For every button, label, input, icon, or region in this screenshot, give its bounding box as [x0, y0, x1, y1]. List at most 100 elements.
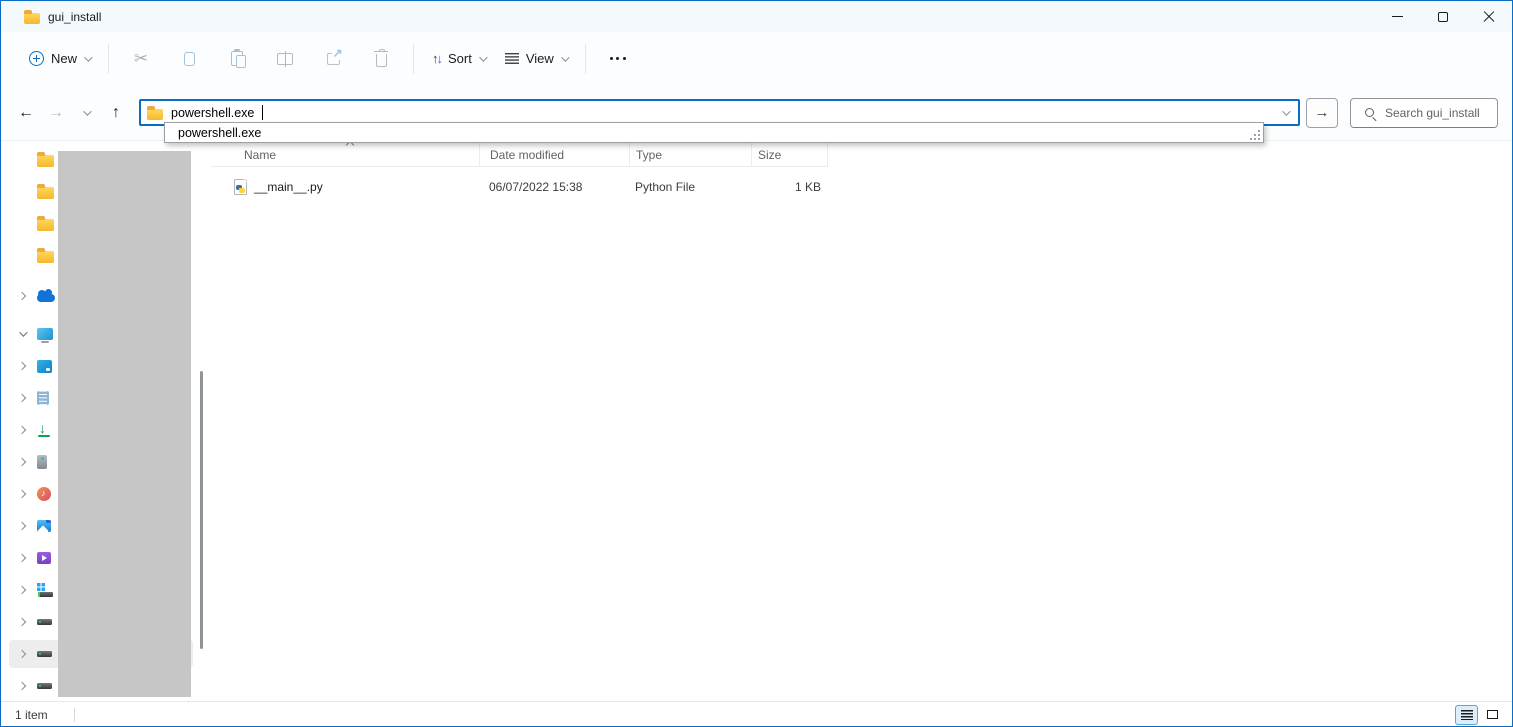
downloads-icon	[37, 423, 51, 437]
folder-icon	[37, 187, 54, 199]
status-divider	[74, 708, 75, 722]
go-button[interactable]	[1306, 98, 1338, 128]
toolbar-divider	[108, 44, 109, 74]
new-plus-icon	[29, 51, 44, 66]
close-button[interactable]	[1466, 1, 1512, 32]
paste-button[interactable]	[217, 41, 257, 77]
back-button[interactable]	[11, 98, 41, 128]
file-name-cell[interactable]: __main__.py	[211, 179, 479, 195]
content-area: Name Date modified Type Size __main__.py…	[1, 141, 1512, 701]
command-bar: New ✂ Sort View	[1, 32, 1512, 85]
share-icon	[327, 53, 340, 65]
column-header-type[interactable]: Type	[629, 143, 751, 167]
file-row[interactable]: __main__.py 06/07/2022 15:38 Python File…	[211, 172, 1512, 202]
chevron-down-icon	[479, 53, 487, 61]
onedrive-cloud-icon	[37, 294, 55, 302]
chevron-right-icon[interactable]	[18, 650, 26, 658]
large-icons-view-toggle[interactable]	[1481, 705, 1504, 725]
address-suggestion-dropdown: powershell.exe	[164, 122, 1264, 143]
view-lines-icon	[505, 53, 519, 64]
chevron-right-icon[interactable]	[18, 458, 26, 466]
file-size-cell: 1 KB	[751, 180, 828, 194]
videos-icon	[37, 552, 51, 564]
chevron-right-icon[interactable]	[18, 362, 26, 370]
text-caret	[262, 105, 263, 120]
windows-drive-icon	[37, 583, 53, 597]
paste-icon	[231, 51, 243, 66]
copy-button[interactable]	[169, 41, 209, 77]
maximize-button[interactable]	[1420, 1, 1466, 32]
go-arrow-icon	[1315, 104, 1330, 121]
title-bar: gui_install	[1, 1, 1512, 32]
toolbar-divider	[413, 44, 414, 74]
file-explorer-window: gui_install New ✂ Sort View	[0, 0, 1513, 727]
rename-icon	[277, 53, 293, 65]
file-list-pane: Name Date modified Type Size __main__.py…	[211, 141, 1512, 701]
sort-button[interactable]: Sort	[422, 41, 495, 77]
recent-locations-button[interactable]	[71, 98, 101, 128]
view-button[interactable]: View	[495, 41, 577, 77]
address-dropdown-chevron-icon[interactable]	[1282, 107, 1290, 115]
search-box[interactable]	[1350, 98, 1498, 128]
close-icon	[1483, 11, 1495, 23]
forward-arrow-icon	[48, 104, 64, 122]
see-more-button[interactable]	[598, 41, 638, 77]
python-file-icon	[234, 179, 247, 195]
music-icon	[37, 487, 51, 501]
maximize-icon	[1438, 12, 1448, 22]
sort-arrows-icon	[432, 51, 441, 66]
folder-icon	[24, 13, 40, 24]
chevron-down-icon	[84, 53, 92, 61]
cut-button[interactable]: ✂	[121, 41, 161, 77]
chevron-right-icon[interactable]	[18, 394, 26, 402]
documents-icon	[37, 391, 49, 405]
device-icon	[37, 455, 47, 469]
details-view-toggle[interactable]	[1455, 705, 1478, 725]
cut-icon: ✂	[134, 49, 148, 69]
desktop-icon	[37, 360, 52, 373]
column-header-row: Name Date modified Type Size	[211, 141, 828, 169]
column-header-date-modified[interactable]: Date modified	[479, 143, 629, 167]
chevron-down-icon	[83, 107, 91, 115]
chevron-right-icon[interactable]	[18, 426, 26, 434]
chevron-right-icon[interactable]	[18, 682, 26, 690]
resize-grip-icon[interactable]	[1249, 130, 1261, 142]
share-button[interactable]	[313, 41, 353, 77]
address-input-value: powershell.exe	[171, 106, 254, 120]
search-input[interactable]	[1385, 106, 1489, 120]
suggestion-item[interactable]: powershell.exe	[165, 126, 1249, 140]
up-button[interactable]	[101, 98, 131, 128]
minimize-button[interactable]	[1374, 1, 1420, 32]
rename-button[interactable]	[265, 41, 305, 77]
chevron-right-icon[interactable]	[18, 554, 26, 562]
copy-icon	[184, 52, 195, 66]
column-header-size[interactable]: Size	[751, 143, 828, 167]
forward-button[interactable]	[41, 98, 71, 128]
delete-button[interactable]	[361, 41, 401, 77]
sidebar-scrollbar[interactable]	[200, 371, 203, 649]
column-header-name[interactable]: Name	[211, 143, 479, 167]
chevron-down-icon[interactable]	[19, 328, 27, 336]
window-title: gui_install	[48, 10, 101, 24]
chevron-right-icon[interactable]	[18, 618, 26, 626]
chevron-right-icon[interactable]	[18, 522, 26, 530]
ellipsis-icon	[610, 57, 626, 60]
up-arrow-icon	[112, 104, 120, 122]
item-count: 1 item	[15, 708, 48, 722]
drive-icon	[37, 651, 52, 657]
search-icon	[1365, 108, 1374, 117]
chevron-right-icon[interactable]	[18, 292, 26, 300]
file-date-cell: 06/07/2022 15:38	[479, 180, 629, 194]
minimize-icon	[1392, 16, 1403, 17]
chevron-right-icon[interactable]	[18, 490, 26, 498]
new-button[interactable]: New	[19, 41, 100, 77]
folder-icon	[37, 251, 54, 263]
chevron-down-icon	[561, 53, 569, 61]
folder-icon	[37, 155, 54, 167]
file-name: __main__.py	[254, 180, 323, 194]
redacted-labels-overlay	[58, 151, 191, 697]
folder-icon	[37, 219, 54, 231]
toolbar-divider	[585, 44, 586, 74]
details-view-icon	[1461, 710, 1473, 720]
chevron-right-icon[interactable]	[18, 586, 26, 594]
